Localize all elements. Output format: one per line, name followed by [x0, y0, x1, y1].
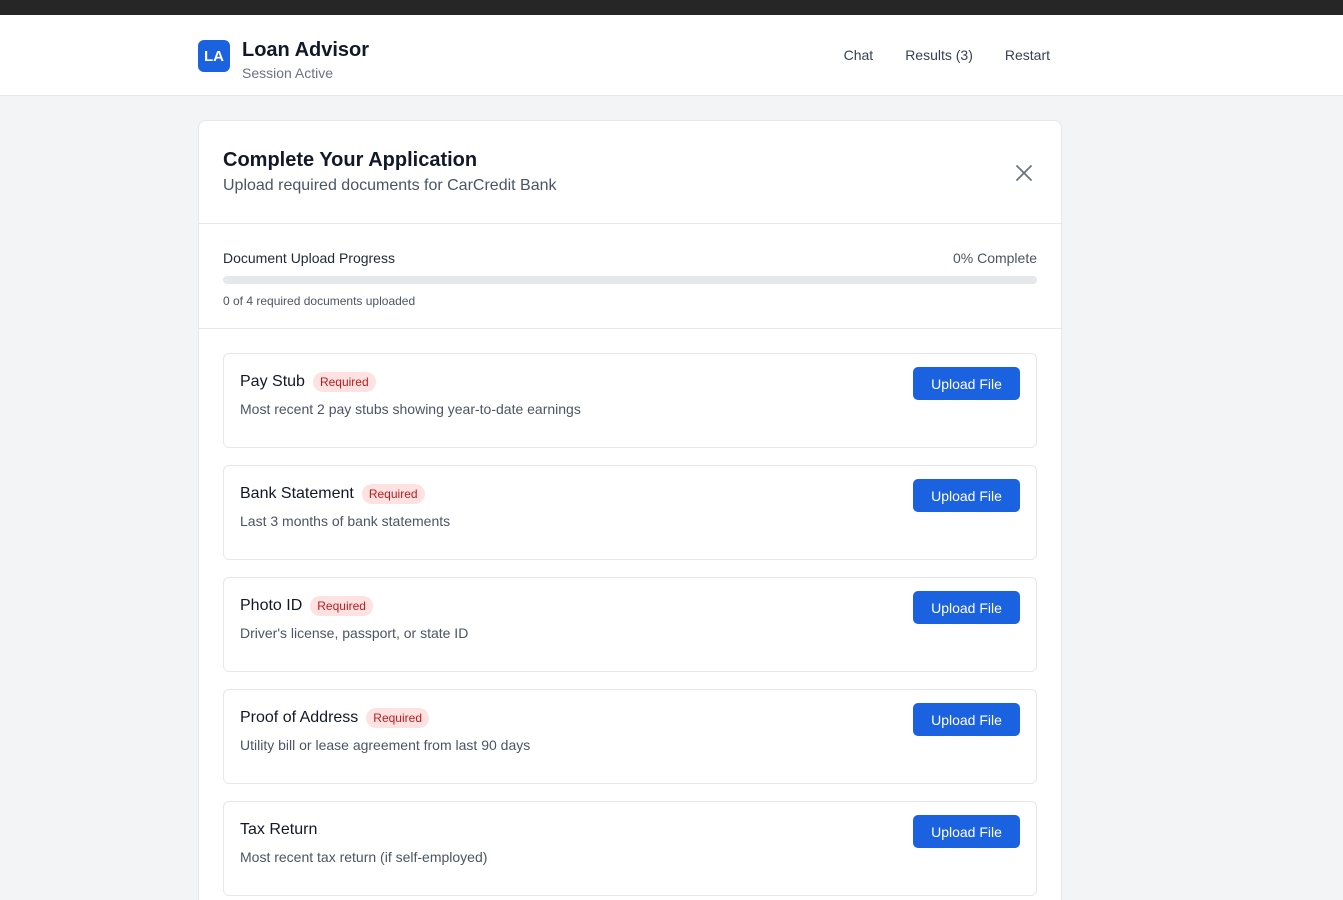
application-modal: Complete Your Application Upload require… — [198, 120, 1062, 900]
upload-file-button[interactable]: Upload File — [913, 815, 1020, 848]
document-list: Pay Stub Required Most recent 2 pay stub… — [199, 329, 1061, 896]
document-title: Pay Stub — [240, 373, 305, 390]
document-title: Bank Statement — [240, 485, 354, 502]
progress-count: 0 of 4 required documents uploaded — [223, 294, 416, 308]
upload-file-button[interactable]: Upload File — [913, 703, 1020, 736]
document-item-bank-statement: Bank Statement Required Last 3 months of… — [223, 465, 1037, 560]
document-title: Photo ID — [240, 597, 303, 614]
upload-file-button[interactable]: Upload File — [913, 591, 1020, 624]
required-badge: Required — [366, 708, 429, 728]
document-description: Most recent tax return (if self-employed… — [240, 849, 488, 865]
app-header: LA Loan Advisor Session Active Chat Resu… — [0, 15, 1343, 96]
document-title-row: Proof of Address Required — [240, 708, 1020, 728]
window-top-bar — [0, 0, 1343, 15]
modal-title: Complete Your Application — [223, 149, 478, 171]
document-title-row: Photo ID Required — [240, 596, 1020, 616]
nav-results-link[interactable]: Results (3) — [905, 45, 973, 65]
upload-progress-section: Document Upload Progress 0% Complete 0 o… — [199, 224, 1061, 329]
document-description: Utility bill or lease agreement from las… — [240, 737, 531, 753]
document-description: Last 3 months of bank statements — [240, 513, 451, 529]
document-title-row: Bank Statement Required — [240, 484, 1020, 504]
brand-text: Loan Advisor Session Active — [242, 38, 369, 82]
header-nav: Chat Results (3) Restart — [812, 45, 1050, 65]
close-icon[interactable] — [1013, 162, 1035, 184]
session-status: Session Active — [242, 65, 334, 81]
document-description: Driver's license, passport, or state ID — [240, 625, 469, 641]
brand: LA Loan Advisor Session Active — [198, 38, 369, 82]
document-title: Proof of Address — [240, 709, 359, 726]
required-badge: Required — [361, 484, 425, 504]
progress-bar — [223, 276, 1037, 284]
document-title-row: Pay Stub Required — [240, 372, 1020, 392]
required-badge: Required — [310, 596, 373, 616]
document-item-tax-return: Tax Return Most recent tax return (if se… — [223, 801, 1037, 896]
document-title: Tax Return — [240, 821, 318, 838]
nav-chat-link[interactable]: Chat — [844, 45, 874, 65]
document-item-photo-id: Photo ID Required Driver's license, pass… — [223, 577, 1037, 672]
document-description: Most recent 2 pay stubs showing year-to-… — [240, 401, 581, 417]
modal-header: Complete Your Application Upload require… — [199, 121, 1061, 224]
upload-file-button[interactable]: Upload File — [913, 367, 1020, 400]
progress-label: Document Upload Progress — [223, 250, 395, 266]
document-item-proof-of-address: Proof of Address Required Utility bill o… — [223, 689, 1037, 784]
nav-restart-link[interactable]: Restart — [1005, 45, 1050, 65]
modal-subtitle: Upload required documents for CarCredit … — [223, 177, 557, 194]
app-logo: LA — [198, 40, 230, 72]
app-title: Loan Advisor — [242, 39, 370, 61]
upload-file-button[interactable]: Upload File — [913, 479, 1020, 512]
progress-percent: 0% Complete — [952, 250, 1037, 266]
document-title-row: Tax Return — [240, 820, 1020, 840]
required-badge: Required — [312, 372, 376, 392]
progress-header: Document Upload Progress 0% Complete — [223, 250, 1037, 266]
document-item-pay-stub: Pay Stub Required Most recent 2 pay stub… — [223, 353, 1037, 448]
